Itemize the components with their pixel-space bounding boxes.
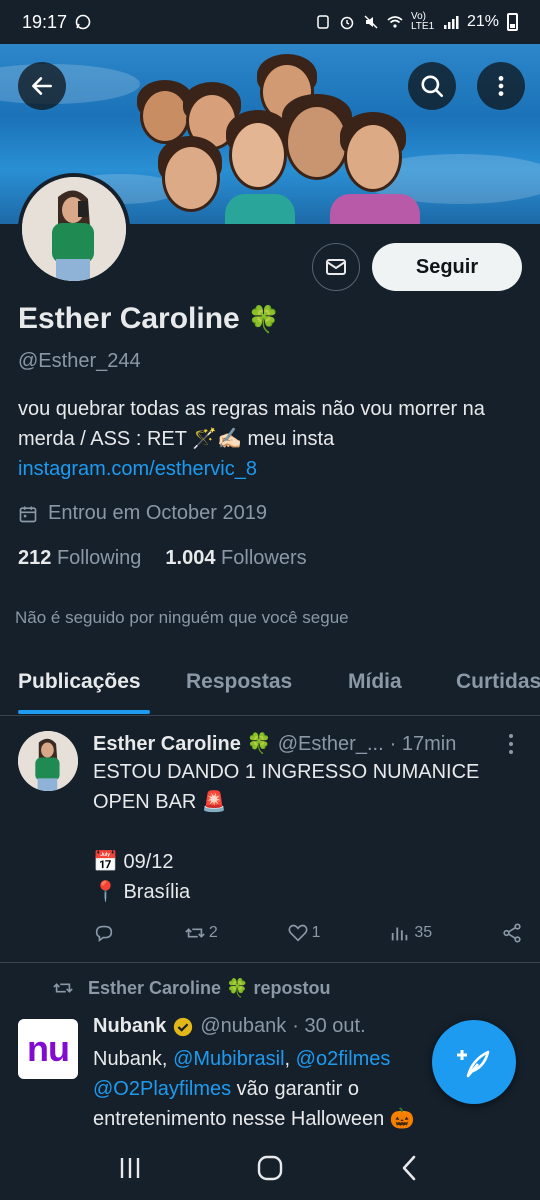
search-button[interactable] xyxy=(408,62,456,110)
views-count: 35 xyxy=(414,924,433,941)
mention-link[interactable]: @o2filmes xyxy=(296,1048,391,1070)
search-icon xyxy=(421,75,444,98)
tweet-line: 📍 Brasília xyxy=(93,881,191,903)
like-count: 1 xyxy=(311,924,321,941)
mention-link[interactable]: @O2Playfilmes xyxy=(93,1078,231,1100)
mute-icon xyxy=(364,15,378,29)
active-tab-indicator xyxy=(18,710,150,714)
followers-count: 1.004 xyxy=(165,547,216,569)
tweet-more-button[interactable] xyxy=(508,734,514,754)
status-bar: 19:17 Vo) LTE1 21% xyxy=(0,0,540,44)
compose-feather-icon xyxy=(457,1050,490,1078)
tweet-line: 📅 09/12 xyxy=(93,851,174,873)
tweet-author[interactable]: Nubank xyxy=(93,1015,166,1038)
bio-text: vou quebrar todas as regras mais não vou… xyxy=(18,398,485,450)
tweet-time: · 30 out. xyxy=(292,1015,366,1037)
repost-indicator: Esther Caroline 🍀 repostou xyxy=(52,977,330,999)
network-label: Vo) LTE1 xyxy=(410,11,435,32)
alarm-icon xyxy=(340,16,354,30)
tab-midia[interactable]: Mídia xyxy=(348,670,402,694)
tweet-line: OPEN BAR 🚨 xyxy=(93,791,227,813)
profile-name-text: Esther Caroline xyxy=(18,302,240,335)
tweet-header: Nubank @nubank · 30 out. xyxy=(93,1015,366,1038)
tweet-line xyxy=(93,817,523,847)
followers-label: Followers xyxy=(221,547,307,569)
views-chart-icon xyxy=(392,927,408,941)
back-nav-icon[interactable] xyxy=(396,1154,424,1182)
whatsapp-icon xyxy=(75,14,91,30)
home-icon[interactable] xyxy=(255,1153,285,1183)
battery-icon xyxy=(507,13,518,31)
tweet-line: ESTOU DANDO 1 INGRESSO NUMANICE xyxy=(93,761,480,783)
clover-emoji: 🍀 xyxy=(246,733,272,755)
share-icon xyxy=(503,923,521,943)
not-followed-notice: Não é seguido por ninguém que você segue xyxy=(15,608,349,627)
tweet-text-part: entretenimento nesse Halloween 🎃 xyxy=(93,1108,415,1130)
repost-count: 2 xyxy=(208,924,218,941)
repost-button[interactable]: 2 xyxy=(184,922,218,944)
tab-curtidas[interactable]: Curtidas xyxy=(456,670,540,694)
profile-name: Esther Caroline 🍀 xyxy=(18,302,280,336)
clover-emoji: 🍀 xyxy=(247,303,281,334)
status-time: 19:17 xyxy=(22,11,68,32)
tweet[interactable]: Esther Caroline 🍀 @Esther_... · 17min ES… xyxy=(0,716,540,962)
mention-link[interactable]: @Mubibrasil xyxy=(173,1048,284,1070)
avatar-photo xyxy=(18,731,78,791)
joined-text: Entrou em October 2019 xyxy=(48,502,268,524)
tweet-text-part: vão garantir o xyxy=(231,1078,359,1100)
repost-icon xyxy=(185,928,205,938)
calendar-icon xyxy=(19,506,37,522)
like-button[interactable]: 1 xyxy=(287,922,321,944)
profile-handle: @Esther_244 xyxy=(18,350,141,372)
more-options-button[interactable] xyxy=(477,62,525,110)
back-button[interactable] xyxy=(18,62,66,110)
nubank-logo-text: nu xyxy=(27,1028,70,1069)
reply-icon xyxy=(95,925,113,942)
joined-date: Entrou em October 2019 xyxy=(18,502,267,525)
heart-icon xyxy=(288,924,308,942)
tweet-handle: @Esther_... xyxy=(277,733,384,755)
tweet-text-part: Nubank, xyxy=(93,1048,174,1070)
wifi-icon xyxy=(387,16,403,28)
following-count: 212 xyxy=(18,547,52,569)
follow-button[interactable]: Seguir xyxy=(372,243,522,291)
repost-by-text[interactable]: Esther Caroline 🍀 repostou xyxy=(88,978,330,999)
notification-icon xyxy=(317,15,329,29)
recent-apps-icon[interactable] xyxy=(116,1154,144,1182)
tab-publicacoes[interactable]: Publicações xyxy=(18,670,141,694)
tweet-avatar[interactable] xyxy=(18,731,78,791)
tweet-header: Esther Caroline 🍀 @Esther_... · 17min xyxy=(93,731,456,756)
more-vertical-icon xyxy=(498,76,504,96)
system-nav-bar xyxy=(0,1135,540,1200)
tweet-handle: @nubank xyxy=(200,1015,287,1037)
compose-tweet-button[interactable] xyxy=(432,1020,516,1104)
profile-avatar[interactable] xyxy=(18,173,130,285)
tweet-text: ESTOU DANDO 1 INGRESSO NUMANICE OPEN BAR… xyxy=(93,757,523,907)
signal-icon xyxy=(443,16,459,29)
nubank-avatar[interactable]: nu xyxy=(18,1019,78,1079)
profile-tabs: Publicações Respostas Mídia Curtidas xyxy=(0,660,540,716)
tweet-actions: 2 1 35 xyxy=(93,922,523,944)
bio-link[interactable]: instagram.com/esthervic_8 xyxy=(18,458,257,480)
profile-bio: vou quebrar todas as regras mais não vou… xyxy=(18,394,518,484)
message-button[interactable] xyxy=(312,243,360,291)
tweet-time: · 17min xyxy=(389,733,457,755)
envelope-icon xyxy=(326,259,346,275)
reply-button[interactable] xyxy=(93,922,115,944)
arrow-left-icon xyxy=(32,77,52,95)
repost-icon xyxy=(53,983,73,993)
verified-badge-icon xyxy=(174,1017,193,1036)
battery-percent: 21% xyxy=(466,13,499,30)
tab-respostas[interactable]: Respostas xyxy=(186,670,292,694)
tweet-divider xyxy=(0,962,540,963)
tweet-author[interactable]: Esther Caroline xyxy=(93,733,241,756)
avatar-photo xyxy=(22,177,126,281)
share-button[interactable] xyxy=(501,922,523,944)
following-stat[interactable]: 212 Following xyxy=(18,547,141,570)
following-label: Following xyxy=(56,547,142,569)
tweet-text-part: , xyxy=(284,1048,296,1070)
followers-stat[interactable]: 1.004 Followers xyxy=(165,547,306,570)
follow-stats: 212 Following 1.004 Followers xyxy=(18,547,307,570)
views-button[interactable]: 35 xyxy=(389,922,432,944)
